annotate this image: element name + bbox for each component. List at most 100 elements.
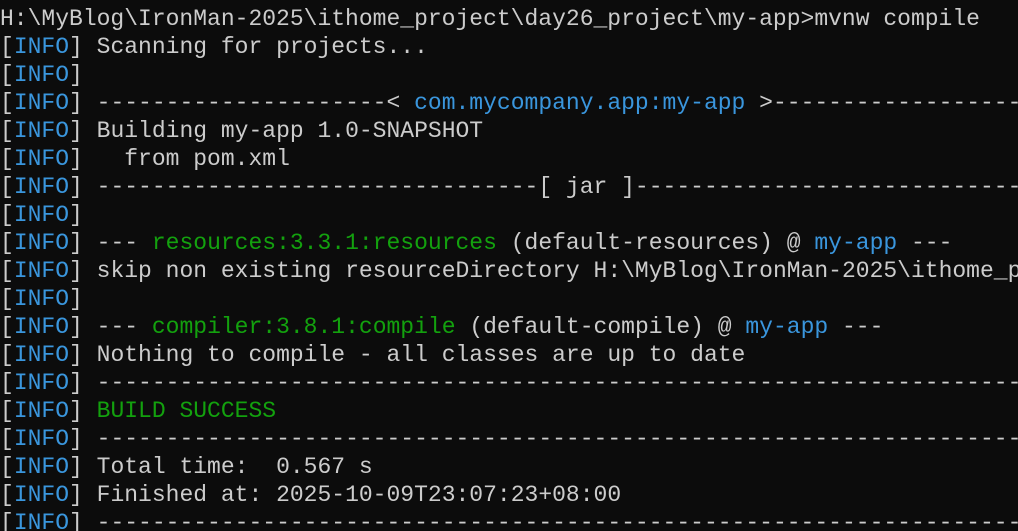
log-level-bracket-open: [: [0, 146, 14, 172]
log-level-tag: INFO: [13, 146, 70, 172]
log-line: [INFO] ---------------------------------…: [0, 425, 1018, 453]
log-level-bracket-close: ]: [69, 370, 97, 396]
log-line: [INFO]: [0, 201, 1018, 229]
log-line: [INFO]: [0, 285, 1018, 313]
log-message-segment: --------------------------------[ jar ]-…: [96, 174, 1018, 200]
log-level-tag: INFO: [13, 174, 70, 200]
log-message-segment: ----------------------------------------…: [96, 510, 1018, 531]
log-level-bracket-open: [: [0, 482, 14, 508]
log-message-segment: Building my-app 1.0-SNAPSHOT: [96, 118, 484, 144]
log-message-segment: Finished at: 2025-10-09T23:07:23+08:00: [96, 482, 622, 508]
terminal-window[interactable]: H:\MyBlog\IronMan-2025\ithome_project\da…: [0, 0, 1018, 531]
log-message-segment: (default-compile) @: [455, 314, 746, 340]
log-level-tag: INFO: [13, 258, 70, 284]
log-line: [INFO] --- compiler:3.8.1:compile (defau…: [0, 313, 1018, 341]
log-level-tag: INFO: [13, 342, 70, 368]
log-line: [INFO] skip non existing resourceDirecto…: [0, 257, 1018, 285]
log-level-bracket-open: [: [0, 314, 14, 340]
log-level-tag: INFO: [13, 454, 70, 480]
log-level-tag: INFO: [13, 90, 70, 116]
log-level-bracket-open: [: [0, 370, 14, 396]
log-message-segment: BUILD SUCCESS: [96, 398, 277, 424]
log-message-segment: ---: [828, 314, 884, 340]
log-level-bracket-close: ]: [69, 342, 97, 368]
log-level-bracket-close: ]: [69, 230, 97, 256]
log-level-bracket-open: [: [0, 174, 14, 200]
log-level-bracket-open: [: [0, 118, 14, 144]
log-level-bracket-open: [: [0, 426, 14, 452]
log-message-segment: ---------------------<: [96, 90, 415, 116]
log-level-bracket-close: ]: [69, 146, 97, 172]
log-level-tag: INFO: [13, 314, 70, 340]
log-level-bracket-open: [: [0, 62, 14, 88]
log-level-bracket-close: ]: [69, 426, 97, 452]
log-level-bracket-open: [: [0, 342, 14, 368]
log-message-segment: Scanning for projects...: [96, 34, 428, 60]
log-level-bracket-open: [: [0, 90, 14, 116]
log-level-bracket-open: [: [0, 286, 14, 312]
log-line: [INFO] BUILD SUCCESS: [0, 397, 1018, 425]
log-level-tag: INFO: [13, 34, 70, 60]
log-level-tag: INFO: [13, 482, 70, 508]
log-level-bracket-close: ]: [69, 118, 97, 144]
log-level-bracket-close: ]: [69, 90, 97, 116]
log-line: [INFO] ---------------------< com.mycomp…: [0, 89, 1018, 117]
log-level-tag: INFO: [13, 118, 70, 144]
log-message-segment: ---: [96, 230, 152, 256]
log-level-bracket-close: ]: [69, 398, 97, 424]
log-line: [INFO] Nothing to compile - all classes …: [0, 341, 1018, 369]
log-line: [INFO] --------------------------------[…: [0, 173, 1018, 201]
log-line: [INFO] ---------------------------------…: [0, 369, 1018, 397]
log-message-segment: resources:3.3.1:resources: [151, 230, 497, 256]
log-level-bracket-open: [: [0, 230, 14, 256]
log-level-bracket-close: ]: [69, 202, 97, 228]
log-level-bracket-close: ]: [69, 62, 97, 88]
command-prompt-line: H:\MyBlog\IronMan-2025\ithome_project\da…: [0, 6, 980, 32]
log-message-segment: Nothing to compile - all classes are up …: [96, 342, 746, 368]
log-message-segment: my-app: [745, 314, 829, 340]
log-message-segment: skip non existing resourceDirectory H:\M…: [96, 258, 1018, 284]
log-line: [INFO] Building my-app 1.0-SNAPSHOT: [0, 117, 1018, 145]
log-message-segment: ----------------------------------------…: [96, 370, 1018, 396]
log-message-segment: compiler:3.8.1:compile: [151, 314, 456, 340]
log-message-segment: ---: [96, 314, 152, 340]
log-level-tag: INFO: [13, 370, 70, 396]
terminal-output: [INFO] Scanning for projects... [INFO] [I…: [0, 33, 1018, 531]
log-line: [INFO] ---------------------------------…: [0, 509, 1018, 531]
log-message-segment: (default-resources) @: [496, 230, 815, 256]
log-level-bracket-close: ]: [69, 286, 97, 312]
log-line: [INFO]: [0, 61, 1018, 89]
log-message-segment: ---: [897, 230, 953, 256]
log-line: [INFO] --- resources:3.3.1:resources (de…: [0, 229, 1018, 257]
log-line: [INFO] from pom.xml: [0, 145, 1018, 173]
log-level-bracket-close: ]: [69, 258, 97, 284]
log-line: [INFO] Total time: 0.567 s: [0, 453, 1018, 481]
log-level-tag: INFO: [13, 62, 70, 88]
log-line: [INFO] Scanning for projects...: [0, 33, 1018, 61]
log-level-bracket-close: ]: [69, 510, 97, 531]
log-level-bracket-close: ]: [69, 482, 97, 508]
log-level-bracket-close: ]: [69, 454, 97, 480]
log-message-segment: Total time: 0.567 s: [96, 454, 373, 480]
log-message-segment: com.mycompany.app:my-app: [414, 90, 746, 116]
log-level-tag: INFO: [13, 426, 70, 452]
log-message-segment: ----------------------------------------…: [96, 426, 1018, 452]
log-level-tag: INFO: [13, 286, 70, 312]
log-message-segment: from pom.xml: [96, 146, 290, 172]
log-level-bracket-open: [: [0, 398, 14, 424]
log-message-segment: my-app: [814, 230, 898, 256]
log-level-bracket-open: [: [0, 202, 14, 228]
log-level-bracket-close: ]: [69, 174, 97, 200]
log-level-bracket-close: ]: [69, 34, 97, 60]
log-level-bracket-open: [: [0, 510, 14, 531]
log-level-bracket-close: ]: [69, 314, 97, 340]
log-level-tag: INFO: [13, 510, 70, 531]
log-message-segment: >---------------------------------------…: [759, 90, 1018, 116]
log-level-bracket-open: [: [0, 454, 14, 480]
log-level-tag: INFO: [13, 398, 70, 424]
log-line: [INFO] Finished at: 2025-10-09T23:07:23+…: [0, 481, 1018, 509]
log-level-tag: INFO: [13, 202, 70, 228]
log-level-bracket-open: [: [0, 258, 14, 284]
log-level-tag: INFO: [13, 230, 70, 256]
log-level-bracket-open: [: [0, 34, 14, 60]
